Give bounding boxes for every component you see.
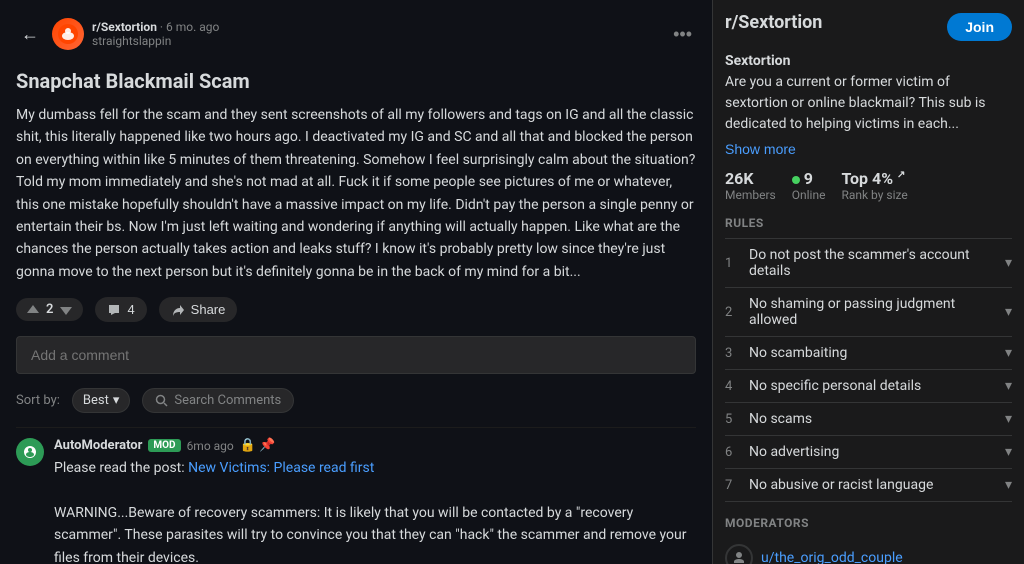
subreddit-name[interactable]: r/Sextortion — [92, 20, 157, 34]
share-label: Share — [191, 302, 226, 317]
top-bar: ← r/Sextortion · 6 mo. ago straightslapp… — [16, 12, 696, 60]
share-button[interactable]: Share — [159, 297, 238, 322]
sidebar: r/Sextortion Join Sextortion Are you a c… — [712, 0, 1024, 564]
username[interactable]: straightslappin — [92, 34, 661, 48]
comment-input-wrap — [16, 336, 696, 374]
stat-online: 9 Online — [792, 169, 826, 202]
rule-text-6: No advertising — [749, 444, 839, 460]
sidebar-desc-text: Are you a current or former victim of se… — [725, 74, 986, 132]
rule-text-2: No shaming or passing judgment allowed — [749, 296, 1005, 328]
online-value: 9 — [792, 169, 826, 188]
rule-num-7: 7 — [725, 478, 739, 493]
rule-item-4[interactable]: 4 No specific personal details ▾ — [725, 369, 1012, 402]
comment-avatar — [16, 438, 44, 466]
more-options-button[interactable]: ••• — [669, 20, 696, 49]
post-meta: r/Sextortion · 6 mo. ago straightslappin — [92, 20, 661, 48]
sort-label: Sort by: — [16, 393, 60, 408]
rule-item-7[interactable]: 7 No abusive or racist language ▾ — [725, 468, 1012, 502]
vote-group: 2 — [16, 298, 83, 321]
subreddit-avatar — [52, 18, 84, 50]
sidebar-description: Sextortion Are you a current or former v… — [725, 51, 1012, 135]
online-dot-icon — [792, 176, 800, 184]
stats-row: 26K Members 9 Online Top 4% ↗ Rank by si… — [725, 169, 1012, 202]
stat-rank: Top 4% ↗ Rank by size — [841, 169, 907, 202]
comment-time: 6mo ago — [187, 439, 234, 453]
rule-chevron-2-icon: ▾ — [1005, 304, 1012, 320]
comment-icons: 🔒 📌 — [240, 438, 276, 453]
comment-warning: WARNING...Beware of recovery scammers: I… — [54, 502, 696, 564]
vote-count: 2 — [46, 302, 53, 317]
rule-text-1: Do not post the scammer's account detail… — [749, 247, 1005, 279]
rule-item-2[interactable]: 2 No shaming or passing judgment allowed… — [725, 287, 1012, 336]
rule-chevron-3-icon: ▾ — [1005, 345, 1012, 361]
rule-item-6[interactable]: 6 No advertising ▾ — [725, 435, 1012, 468]
rules-section-label: RULES — [725, 216, 1012, 230]
rules-list: 1 Do not post the scammer's account deta… — [725, 238, 1012, 502]
sort-selected: Best — [83, 393, 109, 408]
rule-text-7: No abusive or racist language — [749, 477, 933, 493]
show-more-button[interactable]: Show more — [725, 141, 796, 157]
main-content: ← r/Sextortion · 6 mo. ago straightslapp… — [0, 0, 712, 564]
mod-badge: MOD — [148, 439, 180, 452]
moderators-section: MODERATORS u/the_orig_odd_couple — [725, 516, 1012, 564]
comment-author[interactable]: AutoModerator — [54, 438, 142, 453]
rule-num-6: 6 — [725, 445, 739, 460]
sidebar-header: r/Sextortion Join — [725, 12, 1012, 41]
post-meta-top: r/Sextortion · 6 mo. ago — [92, 20, 661, 34]
mod-name[interactable]: u/the_orig_odd_couple — [761, 550, 903, 564]
rule-num-2: 2 — [725, 305, 739, 320]
rule-text-5: No scams — [749, 411, 812, 427]
action-bar: 2 4 Share — [16, 297, 696, 322]
downvote-button[interactable] — [59, 303, 73, 317]
comments-count: 4 — [127, 302, 134, 317]
upvote-button[interactable] — [26, 303, 40, 317]
comment: AutoModerator MOD 6mo ago 🔒 📌 Please rea… — [16, 427, 696, 564]
search-comments-label: Search Comments — [174, 393, 281, 408]
rule-chevron-1-icon: ▾ — [1005, 255, 1012, 271]
sort-chevron-icon: ▾ — [113, 393, 120, 408]
comment-intro: Please read the post: — [54, 460, 185, 476]
rank-value: Top 4% ↗ — [841, 169, 907, 188]
rule-num-5: 5 — [725, 412, 739, 427]
rule-chevron-4-icon: ▾ — [1005, 378, 1012, 394]
external-link-icon: ↗ — [897, 170, 905, 181]
comment-header: AutoModerator MOD 6mo ago 🔒 📌 — [54, 438, 696, 453]
rule-num-3: 3 — [725, 346, 739, 361]
sort-bar: Sort by: Best ▾ Search Comments — [16, 388, 696, 413]
online-label: Online — [792, 188, 826, 202]
mod-item: u/the_orig_odd_couple — [725, 538, 1012, 564]
rule-num-4: 4 — [725, 379, 739, 394]
comment-input[interactable] — [16, 336, 696, 374]
comment-body: AutoModerator MOD 6mo ago 🔒 📌 Please rea… — [54, 438, 696, 564]
rule-chevron-6-icon: ▾ — [1005, 444, 1012, 460]
rule-item-3[interactable]: 3 No scambaiting ▾ — [725, 336, 1012, 369]
moderators-label: MODERATORS — [725, 516, 1012, 530]
rule-chevron-5-icon: ▾ — [1005, 411, 1012, 427]
rule-chevron-7-icon: ▾ — [1005, 477, 1012, 493]
rank-label: Rank by size — [841, 188, 907, 202]
comments-button[interactable]: 4 — [95, 297, 146, 322]
join-button[interactable]: Join — [947, 13, 1012, 41]
sidebar-title: r/Sextortion — [725, 12, 822, 33]
members-label: Members — [725, 188, 776, 202]
rule-text-3: No scambaiting — [749, 345, 847, 361]
rule-item-5[interactable]: 5 No scams ▾ — [725, 402, 1012, 435]
comment-text: Please read the post: New Victims: Pleas… — [54, 457, 696, 564]
time-ago: 6 mo. ago — [166, 20, 219, 34]
members-value: 26K — [725, 169, 776, 188]
rule-text-4: No specific personal details — [749, 378, 921, 394]
new-victims-link[interactable]: New Victims: Please read first — [188, 460, 374, 476]
rule-num-1: 1 — [725, 256, 739, 271]
search-comments[interactable]: Search Comments — [142, 388, 294, 413]
back-button[interactable]: ← — [16, 20, 44, 48]
stat-members: 26K Members — [725, 169, 776, 202]
comments-section: AutoModerator MOD 6mo ago 🔒 📌 Please rea… — [16, 427, 696, 564]
sidebar-sub-name: Sextortion — [725, 53, 790, 69]
rule-item-1[interactable]: 1 Do not post the scammer's account deta… — [725, 238, 1012, 287]
sort-select[interactable]: Best ▾ — [72, 388, 131, 413]
search-icon — [155, 394, 168, 407]
post-body: My dumbass fell for the scam and they se… — [16, 104, 696, 283]
post-title: Snapchat Blackmail Scam — [16, 68, 696, 94]
mod-avatar — [725, 544, 753, 564]
